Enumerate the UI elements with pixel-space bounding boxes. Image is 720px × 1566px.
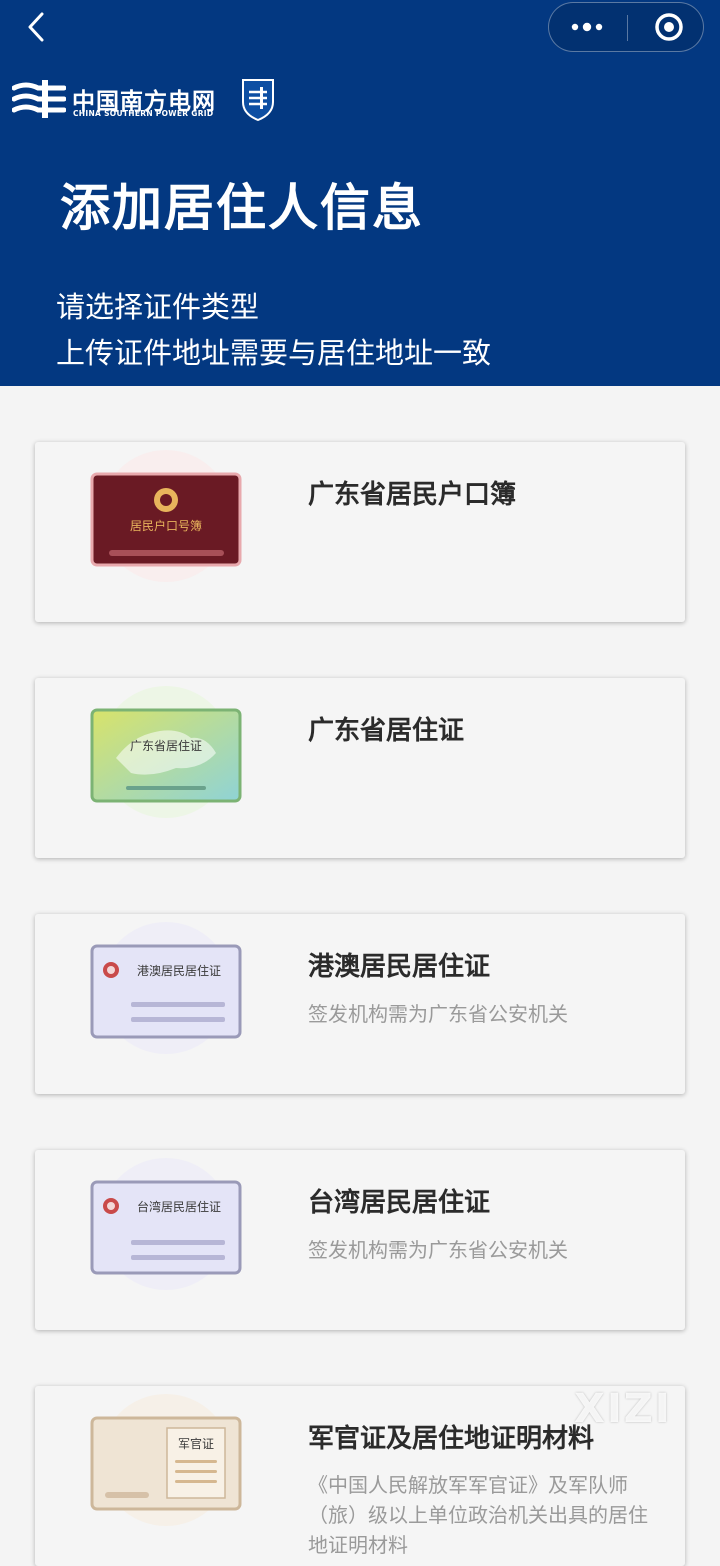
more-button[interactable] <box>559 3 615 51</box>
card-title: 军官证及居住地证明材料 <box>308 1424 595 1454</box>
id-type-card-household-register[interactable]: 居民户口号簿 广东省居民户口簿 <box>35 442 685 622</box>
close-button[interactable] <box>645 3 693 51</box>
back-button[interactable] <box>22 10 52 44</box>
logo-english-name: CHINA SOUTHERN POWER GRID <box>73 109 214 118</box>
subtitle-address-note: 上传证件地址需要与居住地址一致 <box>56 336 492 370</box>
military-card-label: 军官证 <box>178 1436 214 1451</box>
csg-logo-mark-icon <box>12 80 66 118</box>
household-register-illustration: 居民户口号簿 <box>90 450 242 582</box>
shield-icon <box>242 79 274 122</box>
hk-macao-residence-illustration: 港澳居民居住证 <box>90 922 242 1054</box>
guangdong-residence-illustration: 广东省居住证 <box>90 686 242 818</box>
household-card-label: 居民户口号簿 <box>130 518 202 533</box>
card-title: 广东省居民户口簿 <box>308 480 517 510</box>
guangdong-card-label: 广东省居住证 <box>130 739 202 753</box>
card-title: 广东省居住证 <box>308 716 465 746</box>
more-dots-icon <box>571 22 603 32</box>
military-officer-illustration: 军官证 <box>90 1394 242 1526</box>
taiwan-card-label: 台湾居民居住证 <box>137 1199 221 1214</box>
card-description: 《中国人民解放军军官证》及军队师（旅）级以上单位政治机关出具的居住地证明材料 <box>308 1473 648 1557</box>
miniprogram-capsule <box>548 2 704 52</box>
id-type-card-hk-macao-residence[interactable]: 港澳居民居住证 港澳居民居住证 签发机构需为广东省公安机关 <box>35 914 685 1094</box>
chevron-left-icon <box>28 12 44 42</box>
id-type-card-guangdong-residence[interactable]: 广东省居住证 广东省居住证 <box>35 678 685 858</box>
subtitle-select-type: 请选择证件类型 <box>56 290 260 324</box>
page-title: 添加居住人信息 <box>60 179 424 237</box>
id-type-card-taiwan-residence[interactable]: 台湾居民居住证 台湾居民居住证 签发机构需为广东省公安机关 <box>35 1150 685 1330</box>
hk-card-label: 港澳居民居住证 <box>137 964 221 978</box>
card-description: 签发机构需为广东省公安机关 <box>308 1002 568 1026</box>
card-title: 港澳居民居住证 <box>308 952 491 982</box>
card-description: 签发机构需为广东省公安机关 <box>308 1238 568 1262</box>
card-title: 台湾居民居住证 <box>308 1188 491 1218</box>
watermark: XIZI <box>574 1386 672 1432</box>
brand-logo: 中国南方电网 CHINA SOUTHERN POWER GRID <box>12 74 282 124</box>
capsule-divider <box>627 15 628 41</box>
taiwan-residence-illustration: 台湾居民居住证 <box>90 1158 242 1290</box>
circle-close-icon <box>655 13 683 41</box>
page-header: 中国南方电网 CHINA SOUTHERN POWER GRID 添加居住人信息… <box>0 0 720 386</box>
